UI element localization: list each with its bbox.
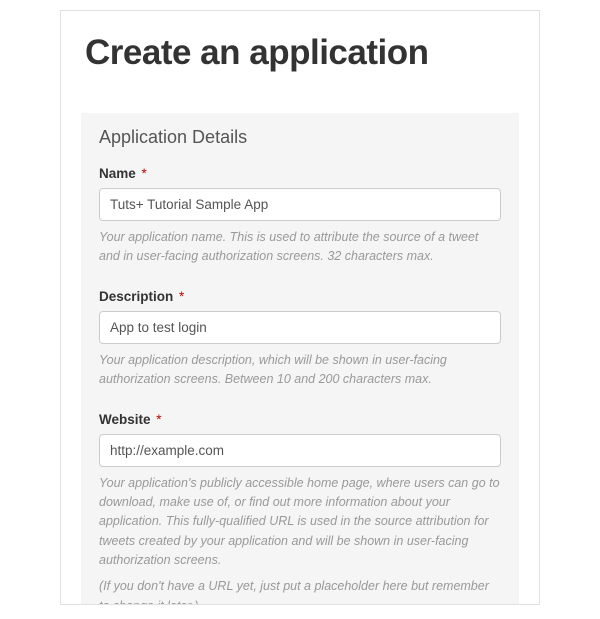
website-label-text: Website	[99, 412, 151, 427]
website-label: Website *	[99, 412, 501, 427]
name-label: Name *	[99, 166, 501, 181]
description-input[interactable]	[99, 311, 501, 344]
name-input[interactable]	[99, 188, 501, 221]
website-field: Website * Your application's publicly ac…	[99, 412, 501, 606]
name-field: Name * Your application name. This is us…	[99, 166, 501, 267]
description-label: Description *	[99, 289, 501, 304]
application-details-panel: Application Details Name * Your applicat…	[81, 113, 519, 605]
application-form-card: Create an application Application Detail…	[60, 10, 540, 605]
name-label-text: Name	[99, 166, 136, 181]
required-asterisk: *	[179, 289, 184, 304]
page-title: Create an application	[61, 11, 539, 83]
description-field: Description * Your application descripti…	[99, 289, 501, 390]
section-title: Application Details	[99, 127, 501, 148]
website-input[interactable]	[99, 434, 501, 467]
website-help: Your application's publicly accessible h…	[99, 474, 501, 571]
description-help: Your application description, which will…	[99, 351, 501, 390]
description-label-text: Description	[99, 289, 173, 304]
website-help-note: (If you don't have a URL yet, just put a…	[99, 577, 501, 605]
required-asterisk: *	[156, 412, 161, 427]
required-asterisk: *	[142, 166, 147, 181]
name-help: Your application name. This is used to a…	[99, 228, 501, 267]
